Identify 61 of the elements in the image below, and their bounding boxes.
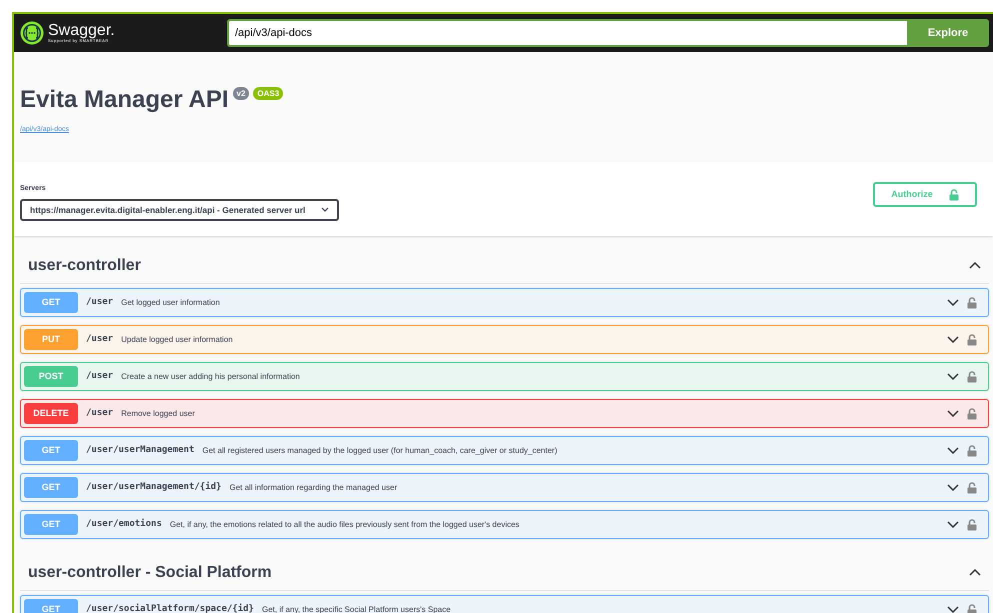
server-select[interactable]: https://manager.evita.digital-enabler.eng.it/api - Generated server url bbox=[20, 198, 340, 222]
oas-badge: OAS3 bbox=[253, 87, 284, 100]
version-badge: v2 bbox=[232, 87, 250, 100]
lock-icon[interactable] bbox=[967, 482, 977, 494]
operation-row[interactable]: GET /user/socialPlatform/space/{id} Get, if any, the specific Social Platform users's Space bbox=[20, 595, 989, 613]
section-title[interactable]: user-controller - Social Platform bbox=[28, 560, 272, 584]
endpoint-path: /user/userManagement bbox=[86, 444, 194, 457]
operation-summary: Update logged user information bbox=[121, 334, 233, 346]
endpoint-path: /user bbox=[86, 370, 114, 383]
operation-summary: Get all registered users managed by the logged user (for human_coach, care_giver or study_center) bbox=[202, 444, 558, 456]
brand-name: Swagger. bbox=[48, 23, 115, 39]
section-title[interactable]: user-controller bbox=[28, 254, 141, 278]
endpoint-path: /user bbox=[86, 406, 114, 420]
chevron-up-icon[interactable] bbox=[969, 262, 981, 269]
chevron-down-icon[interactable] bbox=[947, 447, 959, 454]
endpoint-path: /user/socialPlatform/space/{id} bbox=[86, 602, 254, 613]
operation-row[interactable]: GET /user/emotions Get, if any, the emotions related to all the audio files previously sent from the logged user's devices bbox=[20, 510, 989, 539]
api-title: Evita Manager API bbox=[20, 86, 229, 113]
lock-icon[interactable] bbox=[967, 604, 977, 613]
lock-icon bbox=[948, 188, 959, 200]
method-badge: PUT bbox=[24, 329, 78, 350]
method-badge: DELETE bbox=[24, 403, 78, 424]
chevron-down-icon[interactable] bbox=[947, 606, 959, 613]
operation-summary: Get, if any, the emotions related to all the audio files previously sent from the logged user's devices bbox=[170, 518, 520, 530]
logo-icon bbox=[20, 21, 44, 45]
chevron-down-icon[interactable] bbox=[947, 299, 959, 306]
url-input[interactable]: /api/v3/api-docs bbox=[227, 19, 907, 47]
operation-summary: Remove logged user bbox=[121, 408, 195, 420]
chevron-down-icon[interactable] bbox=[947, 484, 959, 491]
lock-icon[interactable] bbox=[967, 334, 977, 346]
operation-summary: Create a new user adding his personal information bbox=[121, 370, 300, 382]
lock-icon[interactable] bbox=[967, 370, 977, 382]
method-badge: GET bbox=[24, 477, 78, 498]
lock-icon[interactable] bbox=[967, 518, 977, 530]
endpoint-path: /user bbox=[86, 296, 114, 309]
lock-icon[interactable] bbox=[967, 296, 977, 308]
lock-icon[interactable] bbox=[967, 444, 977, 456]
endpoint-path: /user/userManagement/{id} bbox=[86, 480, 222, 494]
method-badge: GET bbox=[24, 440, 78, 461]
operation-summary: Get logged user information bbox=[121, 296, 220, 308]
operation-row[interactable]: POST /user Create a new user adding his personal information bbox=[20, 362, 989, 391]
chevron-up-icon[interactable] bbox=[969, 569, 981, 576]
operation-summary: Get all information regarding the managed user bbox=[229, 482, 398, 494]
endpoint-path: /user bbox=[86, 332, 114, 346]
operation-row[interactable]: GET /user/userManagement Get all registered users managed by the logged user (for human_coach, care_giver or study_center) bbox=[20, 436, 989, 465]
operation-row[interactable]: DELETE /user Remove logged user bbox=[20, 399, 989, 428]
chevron-down-icon[interactable] bbox=[947, 373, 959, 380]
operation-summary: Get, if any, the specific Social Platform users's Space bbox=[262, 604, 451, 613]
chevron-down-icon[interactable] bbox=[947, 521, 959, 528]
endpoint-path: /user/emotions bbox=[86, 518, 162, 531]
method-badge: GET bbox=[24, 514, 78, 535]
caret-icon bbox=[321, 207, 330, 212]
operation-row[interactable]: GET /user/userManagement/{id} Get all information regarding the managed user bbox=[20, 473, 989, 502]
method-badge: POST bbox=[24, 366, 78, 387]
lock-icon[interactable] bbox=[967, 408, 977, 420]
method-badge: GET bbox=[24, 599, 78, 613]
chevron-down-icon[interactable] bbox=[947, 410, 959, 417]
method-badge: GET bbox=[24, 292, 78, 313]
operation-row[interactable]: PUT /user Update logged user information bbox=[20, 325, 989, 354]
operation-row[interactable]: GET /user Get logged user information bbox=[20, 288, 989, 317]
chevron-down-icon[interactable] bbox=[947, 336, 959, 343]
